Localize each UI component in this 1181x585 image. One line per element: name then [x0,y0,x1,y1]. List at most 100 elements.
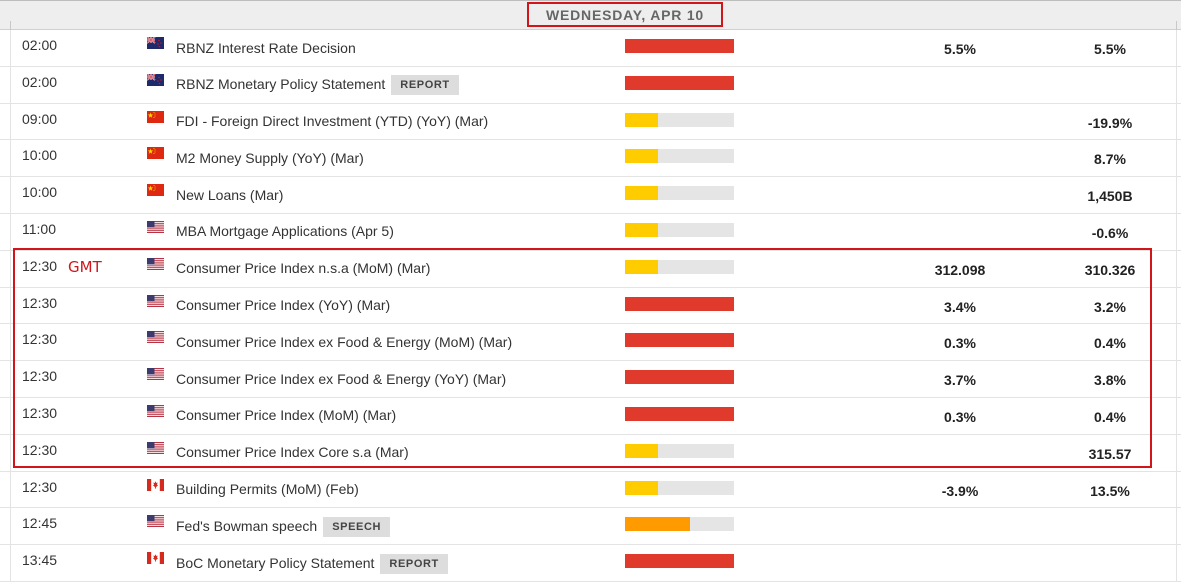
event-time: 12:30 [22,294,58,311]
calendar-row[interactable]: 11:00 MBA Mortgage Applications (Apr 5) -0… [0,213,1181,251]
consensus-value: 5.5% [944,41,976,57]
event-time: 09:00 [22,110,58,127]
previous-value: 310.326 [1084,261,1136,278]
impact-bar-fill [625,112,658,127]
event-name-cell[interactable]: FDI - Foreign Direct Investment (YTD) (Y… [176,104,488,140]
event-name[interactable]: BoC Monetary Policy Statement [176,548,374,579]
impact-bar-fill [625,259,658,274]
event-name[interactable]: Consumer Price Index Core s.a (Mar) [176,437,409,468]
impact-bar [625,517,734,532]
event-time: 12:30 [22,478,58,495]
impact-bar-fill [625,517,691,532]
consensus-value [900,144,1020,180]
calendar-row[interactable]: 12:45 Fed's Bowman speech SPEECH [0,508,1181,548]
event-name[interactable]: Consumer Price Index (MoM) (Mar) [176,400,396,431]
impact-bar [625,75,734,90]
event-name[interactable]: New Loans (Mar) [176,180,283,211]
calendar-row[interactable]: 12:30 Consumer Price Index Core s.a (Mar)… [0,434,1181,475]
impact-bar-fill [625,75,734,90]
us-flag-icon [147,515,164,528]
ca-flag-icon [147,478,164,491]
impact-bar-fill [625,39,734,53]
impact-bar [625,443,734,458]
consensus-value: -3.9% [941,482,979,499]
event-name-cell[interactable]: Consumer Price Index (YoY) (Mar) [176,288,390,324]
nz-flag-icon [147,37,164,49]
impact-bar [625,222,734,237]
event-name-cell[interactable]: MBA Mortgage Applications (Apr 5) [176,214,394,250]
gmt-annotation: GMT [68,258,102,276]
event-name-cell[interactable]: New Loans (Mar) [176,177,283,213]
impact-bar [625,406,734,421]
event-name[interactable]: RBNZ Interest Rate Decision [176,33,356,64]
us-flag-icon [147,441,164,454]
event-time: 02:00 [22,37,58,53]
consensus-value [900,512,1020,548]
calendar-row[interactable]: 10:00 New Loans (Mar) 1,450B [0,177,1181,214]
previous-value: 3.8% [1094,372,1126,389]
event-name-cell[interactable]: Consumer Price Index n.s.a (MoM) (Mar) [176,251,430,287]
impact-bar-fill [625,554,734,569]
event-name[interactable]: Consumer Price Index ex Food & Energy (Y… [176,364,506,395]
previous-value: 315.57 [1088,445,1132,462]
consensus-value [900,439,1020,475]
calendar-row[interactable]: 09:00 FDI - Foreign Direct Investment (YT… [0,103,1181,141]
event-name-cell[interactable]: Consumer Price Index (MoM) (Mar) [176,398,396,434]
event-name-cell[interactable]: RBNZ Monetary Policy Statement REPORT [176,67,459,103]
event-name[interactable]: Consumer Price Index ex Food & Energy (M… [176,327,512,358]
consensus-value [900,71,1020,107]
consensus-value: 3.4% [944,298,976,315]
event-name[interactable]: Consumer Price Index (YoY) (Mar) [176,290,390,321]
event-name-cell[interactable]: Fed's Bowman speech SPEECH [176,508,391,544]
event-time: 13:45 [22,552,58,569]
event-name-cell[interactable]: BoC Monetary Policy Statement REPORT [176,545,448,581]
event-name[interactable]: Building Permits (MoM) (Feb) [176,474,359,505]
calendar-row[interactable]: 12:30 Consumer Price Index ex Food & Ener… [0,324,1181,362]
impact-bar-fill [625,443,658,458]
calendar-row[interactable]: 12:30 Building Permits (MoM) (Feb) -3.9% 13… [0,471,1181,509]
event-name-cell[interactable]: Building Permits (MoM) (Feb) [176,472,359,508]
calendar-row[interactable]: 12:30 Consumer Price Index n.s.a (MoM) (M… [0,250,1181,288]
event-name-cell[interactable]: Consumer Price Index ex Food & Energy (Y… [176,361,506,397]
calendar-row[interactable]: 02:00 RBNZ Interest Rate Decision 5.5% 5.5% [0,30,1181,67]
event-name[interactable]: Fed's Bowman speech [176,511,317,542]
event-name[interactable]: FDI - Foreign Direct Investment (YTD) (Y… [176,106,488,137]
event-name-cell[interactable]: Consumer Price Index ex Food & Energy (M… [176,324,512,360]
event-name-cell[interactable]: RBNZ Interest Rate Decision [176,30,356,66]
us-flag-icon [147,404,164,417]
event-time: 12:30 [22,368,58,385]
event-name[interactable]: M2 Money Supply (YoY) (Mar) [176,143,364,174]
calendar-row[interactable]: 12:30 Consumer Price Index (YoY) (Mar) 3.4… [0,287,1181,325]
previous-value [1050,71,1170,107]
cn-flag-icon [147,110,164,123]
calendar-row[interactable]: 02:00 RBNZ Monetary Policy Statement REPOR… [0,66,1181,107]
previous-value: 13.5% [1090,482,1130,499]
consensus-value: 0.3% [944,335,976,352]
calendar-row[interactable]: 12:30 Consumer Price Index ex Food & Ener… [0,361,1181,398]
date-header: WEDNESDAY, APR 10 [527,2,723,27]
event-time: 11:00 [22,220,56,237]
event-time: 12:45 [22,515,58,532]
calendar-row[interactable]: 12:30 Consumer Price Index (MoM) (Mar) 0.3… [0,397,1181,435]
calendar-row[interactable]: 13:45 BoC Monetary Policy Statement REPORT [0,545,1181,582]
consensus-value [900,181,1020,217]
consensus-value: 0.3% [944,408,976,425]
previous-value: 1,450B [1087,188,1133,205]
event-time: 12:30 [22,257,58,274]
event-name-cell[interactable]: Consumer Price Index Core s.a (Mar) [176,435,409,471]
impact-bar-fill [625,149,658,164]
us-flag-icon [147,368,164,381]
event-type-badge: SPEECH [323,516,391,537]
impact-bar [625,333,734,348]
impact-bar [625,259,734,274]
event-name[interactable]: MBA Mortgage Applications (Apr 5) [176,216,394,247]
event-name[interactable]: RBNZ Monetary Policy Statement [176,69,385,100]
event-name-cell[interactable]: M2 Money Supply (YoY) (Mar) [176,140,364,176]
calendar-row[interactable]: 10:00 M2 Money Supply (YoY) (Mar) 8.7% [0,140,1181,180]
event-name[interactable]: Consumer Price Index n.s.a (MoM) (Mar) [176,253,430,284]
economic-calendar-table: 02:00 RBNZ Interest Rate Decision 5.5% 5.5%… [0,30,1181,582]
consensus-value: 312.098 [934,261,986,278]
us-flag-icon [147,257,164,270]
event-time: 12:30 [22,441,58,458]
cn-flag-icon [147,147,164,160]
